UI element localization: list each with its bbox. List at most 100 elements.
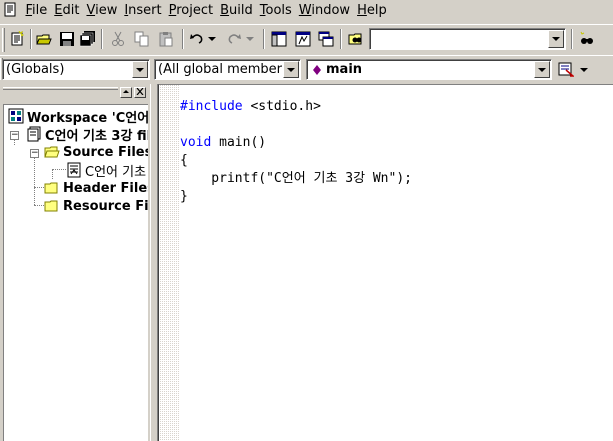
redo-dropdown-arrow[interactable] bbox=[246, 37, 254, 41]
workspace-tree[interactable]: Workspace 'C언어 기초 3강' − C언어 기초 3강 files … bbox=[3, 104, 148, 441]
class-combo[interactable]: (Globals) bbox=[2, 59, 150, 80]
code-keyword: #include bbox=[180, 99, 243, 114]
tree-project-node[interactable]: C언어 기초 3강 files bbox=[26, 125, 148, 144]
save-all-button[interactable] bbox=[77, 28, 99, 50]
code-line[interactable] bbox=[180, 116, 412, 134]
tree-line bbox=[34, 151, 35, 205]
menu-build[interactable]: Build bbox=[217, 3, 257, 18]
workspace-label: Workspace 'C언어 기초 3강' bbox=[27, 110, 148, 126]
method-icon bbox=[313, 64, 321, 75]
undo-button[interactable] bbox=[186, 28, 208, 50]
tree-source-file-item[interactable]: C언어 기초 3강.c bbox=[66, 161, 148, 180]
paste-icon bbox=[159, 32, 173, 47]
pane-close-button[interactable] bbox=[134, 87, 146, 98]
folder-icon bbox=[44, 200, 58, 212]
standard-toolbar bbox=[0, 24, 613, 54]
pane-splitter[interactable] bbox=[150, 84, 158, 441]
code-line[interactable]: printf("C언어 기초 3강 Wn"); bbox=[180, 170, 412, 188]
toolbar-separator bbox=[101, 29, 103, 49]
menu-window[interactable]: Window bbox=[295, 3, 353, 18]
find-in-files-button[interactable] bbox=[345, 28, 367, 50]
redo-button[interactable] bbox=[223, 28, 245, 50]
copy-icon bbox=[134, 31, 149, 47]
pane-grip[interactable] bbox=[3, 87, 118, 90]
paste-button[interactable] bbox=[155, 28, 177, 50]
code-text-span: { bbox=[180, 153, 188, 168]
toolbar-separator bbox=[263, 29, 265, 49]
new-text-file-button[interactable] bbox=[6, 28, 28, 50]
toolbar-separator bbox=[571, 29, 573, 49]
wizard-bar: (Globals) (All global members main bbox=[0, 55, 613, 82]
code-line[interactable]: } bbox=[180, 188, 412, 206]
tree-workspace-node[interactable]: Workspace 'C언어 기초 3강' bbox=[8, 107, 148, 126]
menu-help[interactable]: Help bbox=[354, 3, 391, 18]
member-combo-text: main bbox=[326, 62, 363, 77]
code-text-span: <stdio.h> bbox=[242, 99, 321, 114]
window-list-button[interactable] bbox=[315, 28, 337, 50]
new-text-file-icon bbox=[11, 31, 25, 46]
menu-view[interactable]: View bbox=[83, 3, 121, 18]
member-combo-dropdown[interactable] bbox=[534, 61, 550, 78]
project-icon bbox=[27, 126, 41, 142]
tree-resource-files-node[interactable]: Resource Files bbox=[44, 197, 148, 215]
find-button[interactable] bbox=[576, 28, 598, 50]
class-combo-value: (Globals) bbox=[6, 62, 65, 77]
code-editor[interactable]: #include <stdio.h> void main(){ printf("C… bbox=[158, 84, 613, 441]
save-button[interactable] bbox=[56, 28, 78, 50]
menu-bar: File Edit View Insert Project Build Tools Windo… bbox=[0, 0, 613, 20]
source-files-collapse-toggle[interactable]: − bbox=[30, 149, 39, 158]
code-line[interactable]: { bbox=[180, 152, 412, 170]
header-files-label: Header Files bbox=[63, 180, 148, 196]
undo-icon bbox=[190, 34, 203, 44]
open-button[interactable] bbox=[33, 28, 55, 50]
workspace-titlebar bbox=[0, 84, 150, 100]
find-in-files-icon bbox=[348, 33, 362, 45]
project-collapse-toggle[interactable]: − bbox=[10, 131, 19, 140]
document-icon[interactable] bbox=[2, 2, 18, 18]
output-toggle-icon bbox=[295, 31, 311, 47]
tree-line bbox=[34, 205, 44, 206]
cut-button[interactable] bbox=[107, 28, 129, 50]
member-combo[interactable]: main bbox=[306, 59, 552, 80]
menu-items: File Edit View Insert Project Build Tools Windo… bbox=[22, 0, 390, 20]
find-combo[interactable] bbox=[369, 28, 566, 50]
filter-combo[interactable]: (All global members bbox=[154, 59, 301, 80]
filter-combo-dropdown[interactable] bbox=[283, 61, 299, 78]
wizard-action-button[interactable] bbox=[555, 58, 577, 80]
menu-project[interactable]: Project bbox=[165, 3, 217, 18]
code-line[interactable]: #include <stdio.h> bbox=[180, 98, 412, 116]
toolbar-separator bbox=[30, 29, 32, 49]
toolbar-separator bbox=[182, 29, 184, 49]
cut-icon bbox=[112, 31, 124, 46]
menu-insert[interactable]: Insert bbox=[121, 3, 165, 18]
menu-edit[interactable]: Edit bbox=[51, 3, 83, 18]
c-source-file-icon bbox=[67, 162, 81, 178]
editor-gutter[interactable] bbox=[159, 85, 179, 441]
member-combo-value: main bbox=[312, 62, 362, 77]
code-text-span: } bbox=[180, 189, 188, 204]
workspace-pane: Workspace 'C언어 기초 3강' − C언어 기초 3강 files … bbox=[0, 84, 150, 441]
source-file-label: C언어 기초 3강.c bbox=[85, 164, 148, 180]
code-keyword: void bbox=[180, 135, 212, 150]
pane-maximize-button[interactable] bbox=[120, 87, 132, 98]
tree-line bbox=[52, 169, 66, 170]
output-toggle-button[interactable] bbox=[292, 28, 314, 50]
tree-source-files-node[interactable]: Source Files bbox=[44, 143, 148, 161]
undo-dropdown-arrow[interactable] bbox=[208, 37, 216, 41]
maximize-icon bbox=[123, 90, 129, 93]
code-text-span: main() bbox=[211, 135, 267, 150]
workspace-toggle-icon bbox=[271, 31, 287, 47]
code-line[interactable]: void main() bbox=[180, 134, 412, 152]
copy-button[interactable] bbox=[131, 28, 153, 50]
workspace-toggle-button[interactable] bbox=[268, 28, 290, 50]
menu-file[interactable]: File bbox=[22, 3, 51, 18]
class-combo-dropdown[interactable] bbox=[132, 61, 148, 78]
find-icon bbox=[580, 31, 593, 44]
tree-header-files-node[interactable]: Header Files bbox=[44, 179, 148, 197]
code-text[interactable]: #include <stdio.h> void main(){ printf("C… bbox=[180, 98, 412, 206]
open-folder-icon bbox=[44, 146, 60, 158]
find-combo-dropdown[interactable] bbox=[548, 30, 564, 48]
menu-tools[interactable]: Tools bbox=[256, 3, 295, 18]
wizard-action-dropdown[interactable] bbox=[580, 68, 588, 72]
toolbar-grip[interactable] bbox=[2, 28, 5, 52]
